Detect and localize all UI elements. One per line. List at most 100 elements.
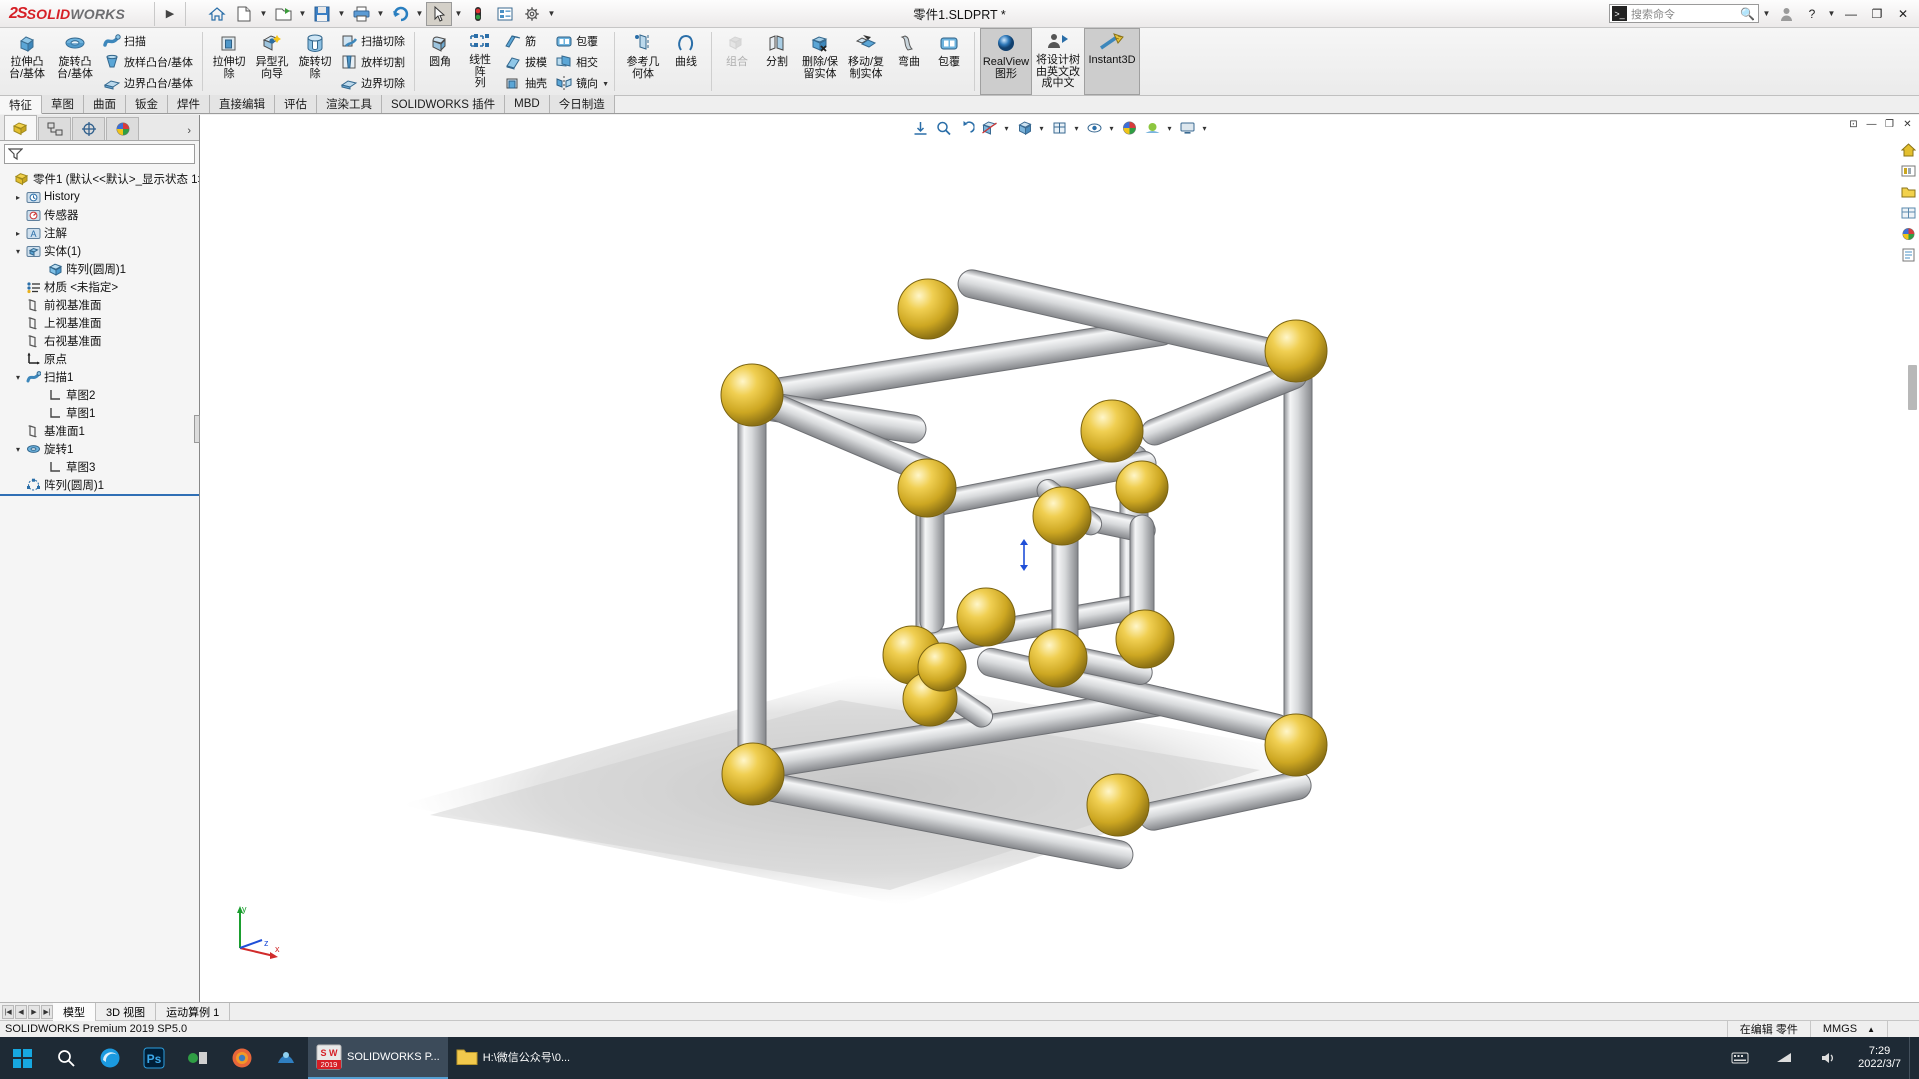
graphics-close-button[interactable]: ✕	[1900, 117, 1915, 132]
translate-tree-button[interactable]: 将设计树 由英文改 成中文	[1032, 28, 1084, 95]
tree-node[interactable]: 零件1 (默认<<默认>_显示状态 1>)	[0, 170, 199, 188]
section-view-caret-icon[interactable]: ▾	[1001, 124, 1012, 133]
options-list-icon[interactable]	[492, 2, 518, 26]
feature-tree-filter-input[interactable]	[4, 144, 195, 164]
tab-first-button[interactable]: |◀	[2, 1004, 14, 1019]
open-document-caret-icon[interactable]: ▼	[297, 9, 308, 18]
units-caret-icon[interactable]: ▲	[1867, 1025, 1875, 1034]
home-task-icon[interactable]	[1898, 141, 1918, 159]
options-caret-icon[interactable]: ▼	[546, 9, 557, 18]
explorer-window[interactable]: H:\微信公众号\0...	[448, 1037, 578, 1079]
graphics-pin-button[interactable]: ⊡	[1846, 117, 1861, 132]
select-cursor-icon[interactable]	[426, 1, 452, 26]
select-caret-icon[interactable]: ▼	[453, 9, 464, 18]
instant3d-button[interactable]: Instant3D	[1084, 28, 1140, 95]
print-caret-icon[interactable]: ▼	[375, 9, 386, 18]
property-manager-tab[interactable]	[38, 117, 71, 140]
custom-properties-icon[interactable]	[1898, 246, 1918, 264]
tab-manufacturing-today[interactable]: 今日制造	[549, 95, 615, 113]
tab-features[interactable]: 特征	[0, 96, 42, 114]
view-palette-icon[interactable]	[1898, 204, 1918, 222]
draft-button[interactable]: 拔模	[500, 51, 551, 72]
display-manager-tab[interactable]	[106, 117, 139, 140]
view-orientation-caret-icon[interactable]: ▾	[1036, 124, 1047, 133]
section-view-icon[interactable]	[978, 118, 1000, 138]
apply-scene-icon[interactable]	[1141, 118, 1163, 138]
minimize-button[interactable]: —	[1839, 2, 1863, 26]
gear-icon[interactable]	[519, 2, 545, 26]
tree-node[interactable]: ▾ 实体(1)	[0, 242, 199, 260]
linear-pattern-button[interactable]: 线性阵列	[460, 28, 500, 95]
search-input[interactable]: >_ 搜索命令 🔍	[1609, 4, 1759, 23]
combine-button[interactable]: 组合	[717, 28, 757, 95]
tab-render-tools[interactable]: 渲染工具	[317, 95, 382, 113]
show-desktop-button[interactable]	[1909, 1037, 1915, 1079]
tray-keyboard-icon[interactable]	[1718, 1037, 1762, 1079]
search-taskbar-icon[interactable]	[44, 1037, 88, 1079]
intersect-button[interactable]: 相交	[551, 51, 602, 72]
taskbar-clock[interactable]: 7:29 2022/3/7	[1850, 1045, 1909, 1071]
expand-menu-arrow-icon[interactable]: ▶	[159, 7, 181, 20]
print-icon[interactable]	[348, 2, 374, 26]
graphics-viewport[interactable]: ⊡ — ❐ ✕ ▾ ▾ ▾ ▾ ▾ ▾ y x z	[200, 115, 1919, 1002]
tree-node[interactable]: 右视基准面	[0, 332, 199, 350]
realview-graphics-button[interactable]: RealView 图形	[980, 28, 1032, 95]
tree-node[interactable]: 草图3	[0, 458, 199, 476]
firefox-icon[interactable]	[220, 1037, 264, 1079]
hole-wizard-button[interactable]: 异型孔 向导	[250, 28, 294, 95]
undo-icon[interactable]	[387, 2, 413, 26]
app-icon-6[interactable]	[176, 1037, 220, 1079]
hide-show-caret-icon[interactable]: ▾	[1106, 124, 1117, 133]
configuration-manager-tab[interactable]	[72, 117, 105, 140]
fillet-button[interactable]: 圆角	[420, 28, 460, 95]
solidworks-logo[interactable]: 2S SOLID WORKS	[0, 5, 150, 23]
expand-arrow-icon[interactable]: ▸	[11, 229, 25, 238]
graphics-minimize-button[interactable]: —	[1864, 117, 1879, 132]
save-icon[interactable]	[309, 2, 335, 26]
tray-network-icon[interactable]	[1762, 1037, 1806, 1079]
tree-node[interactable]: ▸ History	[0, 188, 199, 206]
apply-scene-caret-icon[interactable]: ▾	[1164, 124, 1175, 133]
photoshop-icon[interactable]: Ps	[132, 1037, 176, 1079]
tree-node[interactable]: ▾ 旋转1	[0, 440, 199, 458]
wrap-button[interactable]: 包覆	[551, 30, 602, 51]
display-style-caret-icon[interactable]: ▾	[1071, 124, 1082, 133]
loft-button[interactable]: 放样凸台/基体	[99, 51, 197, 72]
undo-caret-icon[interactable]: ▼	[414, 9, 425, 18]
collapse-arrow-icon[interactable]: ▾	[11, 445, 25, 454]
wrap2-button[interactable]: 包覆	[929, 28, 969, 95]
file-explorer-icon[interactable]	[1898, 183, 1918, 201]
revolve-cut-button[interactable]: 旋转切除	[294, 28, 336, 95]
tab-solidworks-addins[interactable]: SOLIDWORKS 插件	[382, 95, 506, 113]
rib-button[interactable]: 筋	[500, 30, 551, 51]
model-3d-view[interactable]	[200, 115, 1919, 965]
tree-node[interactable]: 传感器	[0, 206, 199, 224]
sweep-cut-button[interactable]: 扫描切除	[336, 30, 409, 51]
new-document-caret-icon[interactable]: ▼	[258, 9, 269, 18]
appearances-scenes-icon[interactable]	[1898, 225, 1918, 243]
previous-view-icon[interactable]	[955, 118, 977, 138]
close-button[interactable]: ✕	[1891, 2, 1915, 26]
new-document-icon[interactable]	[231, 2, 257, 26]
user-account-icon[interactable]	[1774, 2, 1798, 26]
tree-node[interactable]: 草图2	[0, 386, 199, 404]
bottom-tab-motion-study[interactable]: 运动算例 1	[156, 1002, 231, 1021]
tree-node[interactable]: 基准面1	[0, 422, 199, 440]
reference-geometry-button[interactable]: 参考几 何体	[620, 28, 666, 95]
home-icon[interactable]	[204, 2, 230, 26]
open-document-icon[interactable]	[270, 2, 296, 26]
mirror-button[interactable]: 镜向	[551, 72, 602, 93]
zoom-to-area-icon[interactable]	[932, 118, 954, 138]
help-icon[interactable]: ?	[1800, 2, 1824, 26]
status-units-label[interactable]: MMGS ▲	[1809, 1020, 1887, 1038]
graphics-restore-button[interactable]: ❐	[1882, 117, 1897, 132]
save-caret-icon[interactable]: ▼	[336, 9, 347, 18]
tab-next-button[interactable]: ▶	[28, 1004, 40, 1019]
tree-node[interactable]: ▾ 扫描1	[0, 368, 199, 386]
tray-volume-icon[interactable]	[1806, 1037, 1850, 1079]
collapse-arrow-icon[interactable]: ▾	[11, 247, 25, 256]
tree-node[interactable]: 材质 <未指定>	[0, 278, 199, 296]
loft-cut-button[interactable]: 放样切割	[336, 51, 409, 72]
display-style-icon[interactable]	[1048, 118, 1070, 138]
tree-node[interactable]: 前视基准面	[0, 296, 199, 314]
